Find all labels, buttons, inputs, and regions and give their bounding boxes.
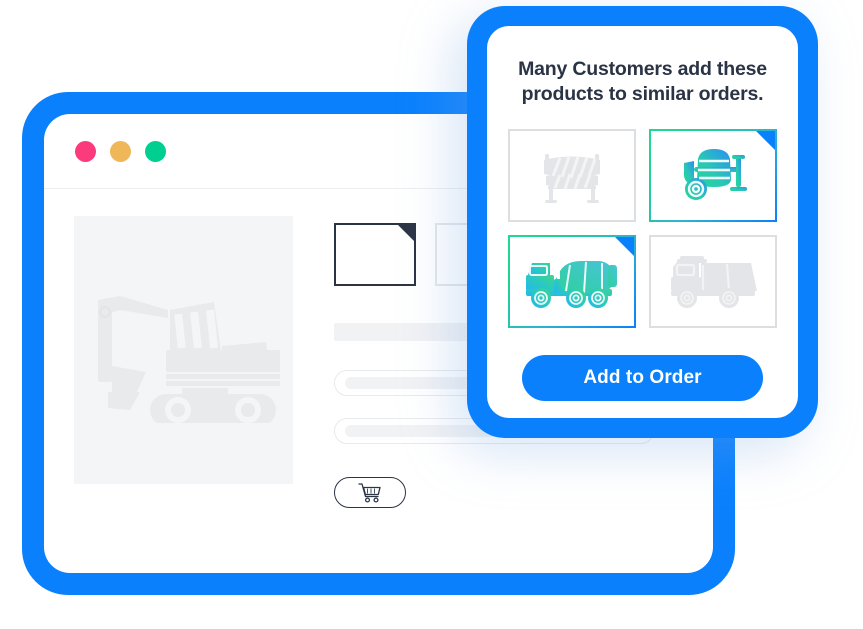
dump-truck-icon <box>671 255 757 308</box>
close-dot[interactable] <box>75 140 96 162</box>
selected-corner-icon <box>615 237 634 257</box>
maximize-dot[interactable] <box>145 140 166 162</box>
recommended-products-popup: Many Customers add these products to sim… <box>467 6 818 438</box>
product-card-mixer-truck[interactable] <box>508 235 636 328</box>
recommended-product-grid <box>508 129 777 329</box>
road-barrier-icon <box>544 153 600 203</box>
popup-content: Many Customers add these products to sim… <box>487 26 798 418</box>
excavator-icon <box>98 296 280 423</box>
selected-corner-icon <box>398 225 414 241</box>
add-to-cart-button[interactable] <box>334 477 406 508</box>
popup-heading: Many Customers add these products to sim… <box>518 58 767 105</box>
mixer-truck-icon <box>526 260 617 308</box>
product-card-dump-truck[interactable] <box>649 235 777 329</box>
shopping-cart-icon <box>358 482 381 503</box>
add-to-order-button[interactable]: Add to Order <box>522 355 763 402</box>
selected-corner-icon <box>756 131 775 151</box>
thumbnail-1[interactable] <box>334 223 416 286</box>
minimize-dot[interactable] <box>110 140 131 162</box>
product-card-road-barrier[interactable] <box>508 129 636 223</box>
product-card-concrete-mixer[interactable] <box>649 129 777 222</box>
skeleton-bar <box>345 377 480 389</box>
hero-product-image <box>74 216 293 484</box>
concrete-mixer-icon <box>683 148 747 200</box>
screenshot-stage: Many Customers add these products to sim… <box>0 0 863 629</box>
